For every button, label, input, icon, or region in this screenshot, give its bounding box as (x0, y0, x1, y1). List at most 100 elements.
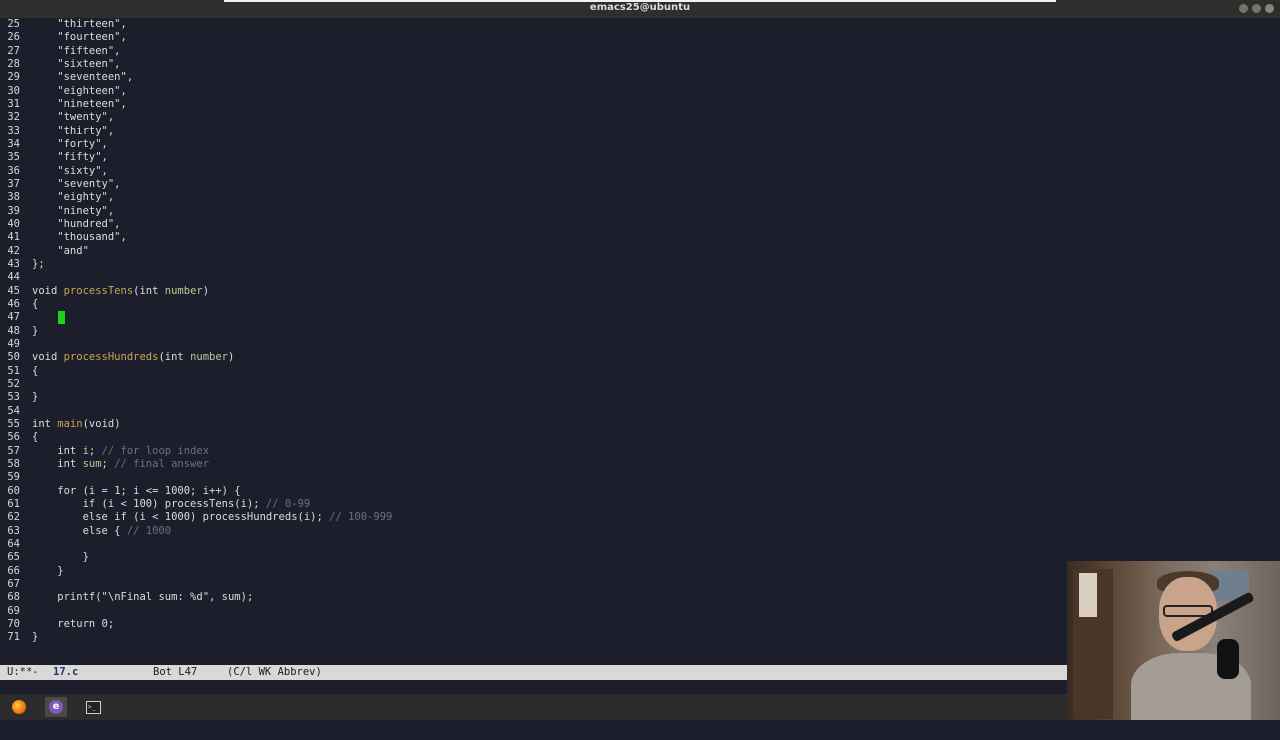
line-number: 63 (7, 524, 20, 537)
line-number: 28 (7, 57, 20, 70)
code-line[interactable]: 61 if (i < 100) processTens(i); // 0-99 (0, 498, 1280, 511)
line-number: 33 (7, 124, 20, 137)
code-line[interactable]: 29 "seventeen", (0, 71, 1280, 84)
line-code: } (32, 325, 38, 338)
code-line[interactable]: 62 else if (i < 1000) processHundreds(i)… (0, 511, 1280, 524)
terminal-icon: >_ (85, 700, 101, 714)
window-titlebar[interactable]: emacs25@ubuntu (0, 0, 1280, 18)
code-line[interactable]: 27 "fifteen", (0, 45, 1280, 58)
code-line[interactable]: 33 "thirty", (0, 125, 1280, 138)
code-line[interactable]: 31 "nineteen", (0, 98, 1280, 111)
code-token: ) (114, 417, 121, 430)
code-token: // for loop index (101, 444, 210, 457)
code-token: { (32, 364, 39, 377)
line-code: "twenty", (32, 111, 114, 124)
code-token: number (164, 284, 203, 297)
close-icon[interactable] (1265, 4, 1274, 13)
code-token: for (32, 484, 77, 497)
code-line[interactable]: 59 (0, 471, 1280, 484)
line-number: 62 (7, 511, 20, 524)
taskbar-item-terminal[interactable]: >_ (82, 697, 104, 717)
code-line[interactable]: 51 { (0, 365, 1280, 378)
code-line[interactable]: 44 (0, 271, 1280, 284)
line-number: 58 (7, 457, 20, 470)
line-code: "seventy", (32, 178, 120, 191)
code-token: int (164, 351, 191, 364)
line-code: { (32, 365, 38, 378)
code-token: processHundreds (63, 351, 159, 364)
code-line[interactable]: 34 "forty", (0, 138, 1280, 151)
code-token: { (32, 431, 39, 444)
code-token: int (139, 284, 165, 297)
code-line[interactable]: 56 { (0, 431, 1280, 444)
code-line[interactable]: 37 "seventy", (0, 178, 1280, 191)
code-token: "fifteen", (32, 44, 121, 57)
line-number: 61 (7, 497, 20, 510)
code-line[interactable]: 26 "fourteen", (0, 31, 1280, 44)
firefox-icon (12, 700, 26, 714)
code-token: "fifty", (32, 151, 108, 164)
code-token: (i = 1; i <= 1000; i++) { (76, 484, 241, 497)
line-number: 40 (7, 217, 20, 230)
line-code: "fourteen", (32, 31, 127, 44)
code-line[interactable]: 39 "ninety", (0, 205, 1280, 218)
code-line[interactable]: 46 { (0, 298, 1280, 311)
code-line[interactable]: 63 else { // 1000 (0, 525, 1280, 538)
code-line[interactable]: 60 for (i = 1; i <= 1000; i++) { (0, 485, 1280, 498)
code-line[interactable]: 50 void processHundreds(int number) (0, 351, 1280, 364)
code-line[interactable]: 42 "and" (0, 245, 1280, 258)
code-token: { (32, 297, 39, 310)
maximize-icon[interactable] (1252, 4, 1261, 13)
code-token: "twenty", (32, 111, 115, 124)
code-line[interactable]: 45 void processTens(int number) (0, 285, 1280, 298)
code-token: int (32, 457, 83, 470)
code-token: ; (88, 444, 102, 457)
code-token: ) (228, 351, 235, 364)
code-line[interactable]: 36 "sixty", (0, 165, 1280, 178)
code-token: main (57, 417, 83, 430)
code-token: ; (101, 457, 115, 470)
code-line[interactable]: 40 "hundred", (0, 218, 1280, 231)
line-number: 31 (7, 97, 20, 110)
line-code: if (i < 100) processTens(i); // 0-99 (32, 497, 311, 511)
code-token: return (32, 617, 96, 630)
code-line[interactable]: 38 "eighty", (0, 191, 1280, 204)
code-line[interactable]: 47 (0, 311, 1280, 325)
code-line[interactable]: 30 "eighteen", (0, 85, 1280, 98)
line-number: 48 (7, 324, 20, 337)
webcam-poster (1079, 573, 1097, 617)
code-line[interactable]: 58 int sum; // final answer (0, 458, 1280, 471)
modeline-position: Bot L47 (153, 666, 198, 678)
code-line[interactable]: 53} (0, 391, 1280, 404)
code-token: "nineteen", (32, 97, 127, 110)
code-line[interactable]: 28 "sixteen", (0, 58, 1280, 71)
code-line[interactable]: 35 "fifty", (0, 151, 1280, 164)
minimize-icon[interactable] (1239, 4, 1248, 13)
line-number: 39 (7, 204, 20, 217)
code-line[interactable]: 55 int main(void) (0, 418, 1280, 431)
code-line[interactable]: 43}; (0, 258, 1280, 271)
code-token: "eighty", (32, 191, 115, 204)
code-line[interactable]: 41 "thousand", (0, 231, 1280, 244)
code-token: } (32, 631, 39, 644)
code-token: sum (82, 457, 102, 470)
line-code: }; (32, 258, 45, 271)
line-code: "forty", (32, 138, 108, 151)
taskbar-item-emacs[interactable]: e (45, 697, 67, 717)
code-line[interactable]: 32 "twenty", (0, 111, 1280, 124)
taskbar-item-firefox[interactable] (8, 697, 30, 717)
code-token: // 1000 (126, 524, 172, 537)
code-line[interactable]: 52 (0, 378, 1280, 391)
code-token: } (32, 564, 64, 577)
code-token: int (32, 417, 58, 430)
code-line[interactable]: 57 int i; // for loop index (0, 445, 1280, 458)
code-line[interactable]: 48} (0, 325, 1280, 338)
line-number: 59 (7, 471, 20, 484)
code-line[interactable]: 64 (0, 538, 1280, 551)
modeline-buffer-name[interactable]: 17.c (53, 665, 78, 680)
code-line[interactable]: 54 (0, 405, 1280, 418)
code-line[interactable]: 25 "thirteen", (0, 18, 1280, 31)
code-line[interactable]: 49 (0, 338, 1280, 351)
modeline-modes[interactable]: (C/l WK Abbrev) (227, 665, 322, 680)
code-token: (i < 100) processTens(i); (95, 497, 266, 510)
